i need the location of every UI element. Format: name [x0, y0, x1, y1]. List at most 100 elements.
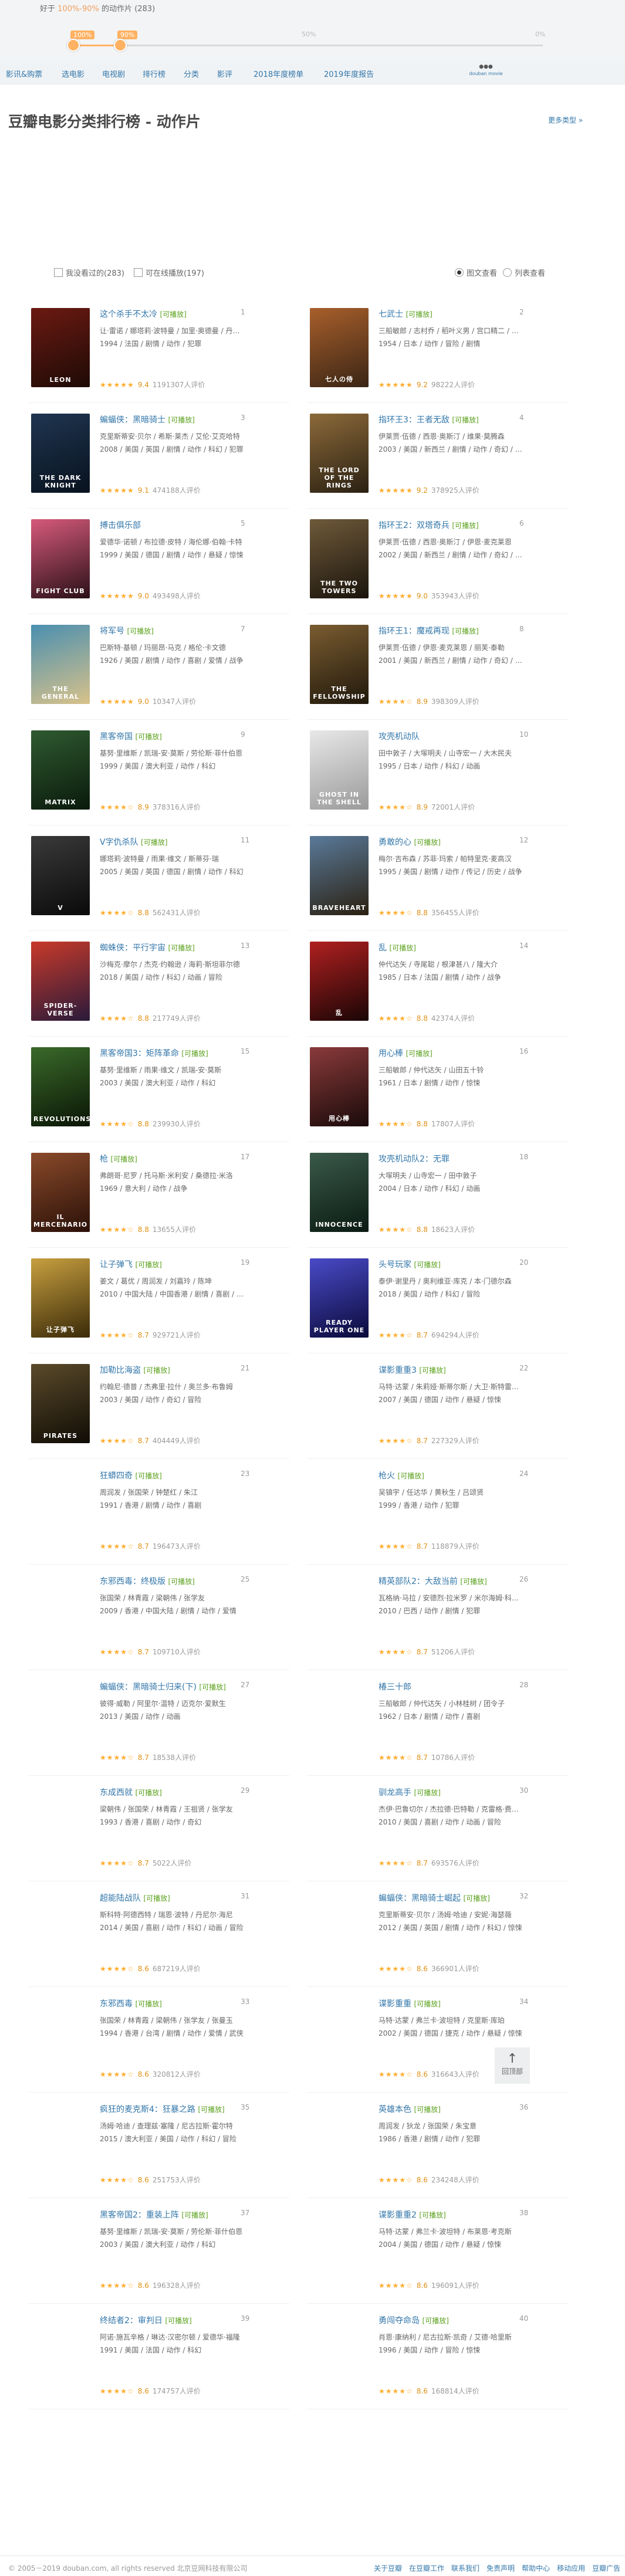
movie-item[interactable]: 枪火 [可播放] 吴镇宇 / 任达华 / 黄秋生 / 吕颂贤 1999 / 香港 /… [307, 1464, 568, 1575]
movie-title-link[interactable]: 驯龙高手 [可播放] [379, 1786, 522, 1798]
more-types-link[interactable]: 更多类型 » [548, 115, 583, 125]
movie-title-link[interactable]: 英雄本色 [可播放] [379, 2103, 522, 2115]
movie-title[interactable]: 疯狂的麦克斯4：狂暴之路 [100, 2105, 195, 2114]
movie-item[interactable]: 狂蟒四奇 [可播放] 周润发 / 张国荣 / 钟楚红 / 朱江 1991 / 香港 … [28, 1464, 289, 1575]
movie-title[interactable]: 枪 [100, 1155, 108, 1164]
movie-title-link[interactable]: 指环王1：魔戒再现 [可播放] [379, 625, 522, 637]
movie-title[interactable]: 勇闯夺命岛 [379, 2316, 420, 2325]
movie-item[interactable]: 蝙蝠侠：黑暗骑士崛起 [可播放] 克里斯蒂安·贝尔 / 汤姆·哈迪 / 安妮·海瑟… [307, 1886, 568, 1998]
view-list-option[interactable]: 列表查看 [503, 267, 545, 278]
movie-title[interactable]: 狂蟒四奇 [100, 1471, 133, 1481]
movie-title-link[interactable]: 东成西就 [可播放] [100, 1786, 244, 1798]
movie-title[interactable]: 精英部队2：大敌当前 [379, 1577, 458, 1586]
movie-item[interactable]: 超能陆战队 [可播放] 斯科特·阿德西特 / 瑞恩·波特 / 丹尼尔·海尼 2014… [28, 1886, 289, 1998]
footer-link-about[interactable]: 关于豆瓣 [374, 2563, 402, 2573]
movie-poster[interactable]: 用心棒 [310, 1047, 369, 1126]
movie-item[interactable]: THE DARK KNIGHT 蝙蝠侠：黑暗骑士 [可播放] 克里斯蒂安·贝尔 / … [28, 408, 289, 519]
movie-title[interactable]: 乱 [379, 943, 387, 953]
movie-title[interactable]: 终结者2：审判日 [100, 2316, 163, 2325]
movie-poster[interactable]: THE DARK KNIGHT [31, 414, 90, 493]
movie-title-link[interactable]: 东邪西毒：终极版 [可播放] [100, 1575, 244, 1587]
nav-item-annual-2019[interactable]: 2019年度报告 [324, 68, 374, 79]
movie-item[interactable]: 谍影重重2 [可播放] 马特·达蒙 / 弗兰卡·波坦特 / 布莱恩·考克斯 2004… [307, 2203, 568, 2314]
movie-poster[interactable]: GHOST IN THE SHELL [310, 730, 369, 810]
douban-logo[interactable]: ●●● douban movie [460, 63, 512, 80]
movie-title[interactable]: 谍影重重3 [379, 1366, 417, 1375]
movie-title-link[interactable]: 勇敢的心 [可播放] [379, 836, 522, 848]
movie-item[interactable]: THE TWO TOWERS 指环王2：双塔奇兵 [可播放] 伊莱贾·伍德 / 西恩… [307, 513, 568, 625]
movie-title-link[interactable]: 乱 [可播放] [379, 942, 522, 953]
movie-poster[interactable]: INNOCENCE [310, 1153, 369, 1232]
movie-title-link[interactable]: 终结者2：审判日 [可播放] [100, 2314, 244, 2326]
movie-item[interactable]: GHOST IN THE SHELL 攻壳机动队 田中敦子 / 大塚明夫 / 山寺宏… [307, 725, 568, 836]
radio-selected[interactable] [455, 268, 464, 277]
filter-unwatched[interactable]: 我没看过的(283) [54, 267, 124, 278]
footer-link-contact[interactable]: 联系我们 [451, 2563, 479, 2573]
movie-title[interactable]: 东成西就 [100, 1788, 133, 1798]
movie-poster[interactable]: REVOLUTIONS [31, 1047, 90, 1126]
slider-handle-right[interactable] [114, 39, 127, 52]
movie-title-link[interactable]: 蝙蝠侠：黑暗骑士 [可播放] [100, 414, 244, 425]
movie-item[interactable]: V V字仇杀队 [可播放] 娜塔莉·波特曼 / 雨果·维文 / 斯蒂芬·瑞 2005 … [28, 830, 289, 942]
movie-title[interactable]: 蝙蝠侠：黑暗骑士 [100, 415, 165, 425]
movie-title[interactable]: 勇敢的心 [379, 838, 411, 847]
movie-item[interactable]: 驯龙高手 [可播放] 杰伊·巴鲁切尔 / 杰拉德·巴特勒 / 克雷格·费格森 201… [307, 1780, 568, 1892]
movie-title[interactable]: 蜘蛛侠：平行宇宙 [100, 943, 165, 953]
movie-title-link[interactable]: 勇闯夺命岛 [可播放] [379, 2314, 522, 2326]
movie-title-link[interactable]: 疯狂的麦克斯4：狂暴之路 [可播放] [100, 2103, 244, 2115]
movie-item[interactable]: BRAVEHEART 勇敢的心 [可播放] 梅尔·吉布森 / 苏菲·玛索 / 帕特里… [307, 830, 568, 942]
movie-item[interactable]: 终结者2：审判日 [可播放] 阿诺·施瓦辛格 / 琳达·汉密尔顿 / 爱德华·福隆… [28, 2308, 289, 2420]
movie-title-link[interactable]: 超能陆战队 [可播放] [100, 1892, 244, 1904]
movie-item[interactable]: READY PLAYER ONE 头号玩家 [可播放] 泰伊·谢里丹 / 奥利维亚·… [307, 1253, 568, 1364]
movie-title-link[interactable]: 加勒比海盗 [可播放] [100, 1364, 244, 1376]
movie-item[interactable]: THE FELLOWSHIP 指环王1：魔戒再现 [可播放] 伊莱贾·伍德 / 伊恩… [307, 619, 568, 730]
movie-title[interactable]: 指环王3：王者无敌 [379, 415, 450, 425]
movie-title[interactable]: 英雄本色 [379, 2105, 411, 2114]
movie-item[interactable]: 让子弹飞 让子弹飞 [可播放] 姜文 / 葛优 / 周润发 / 刘嘉玲 / 陈坤 20… [28, 1253, 289, 1364]
view-image-option[interactable]: 图文查看 [455, 267, 497, 278]
movie-title[interactable]: V字仇杀队 [100, 838, 138, 847]
footer-link-jobs[interactable]: 在豆瓣工作 [409, 2563, 444, 2573]
rating-range-slider[interactable] [67, 39, 543, 52]
movie-title[interactable]: 谍影重重 [379, 1999, 411, 2009]
back-to-top-button[interactable]: ↑ 回顶部 [495, 2047, 530, 2084]
movie-poster[interactable]: THE TWO TOWERS [310, 519, 369, 598]
checkbox[interactable] [54, 268, 63, 277]
movie-title-link[interactable]: 枪火 [可播放] [379, 1470, 522, 1481]
footer-link-apps[interactable]: 移动应用 [557, 2563, 585, 2573]
movie-item[interactable]: 用心棒 用心棒 [可播放] 三船敏郎 / 仲代达矢 / 山田五十铃 1961 / 日本… [307, 1041, 568, 1153]
movie-item[interactable]: MATRIX 黑客帝国 [可播放] 基努·里维斯 / 凯瑞-安·莫斯 / 劳伦斯·菲… [28, 725, 289, 836]
movie-item[interactable]: THE GENERAL 将军号 [可播放] 巴斯特·基顿 / 玛丽昂·马克 / 格伦… [28, 619, 289, 730]
movie-title-link[interactable]: 黑客帝国3：矩阵革命 [可播放] [100, 1047, 244, 1059]
movie-title-link[interactable]: 让子弹飞 [可播放] [100, 1258, 244, 1270]
movie-title[interactable]: 谍影重重2 [379, 2211, 417, 2220]
movie-title-link[interactable]: 枪 [可播放] [100, 1153, 244, 1165]
movie-title-link[interactable]: 攻壳机动队 [379, 730, 522, 742]
movie-title-link[interactable]: 这个杀手不太冷 [可播放] [100, 308, 244, 320]
footer-link-disclaimer[interactable]: 免责声明 [487, 2563, 515, 2573]
movie-poster[interactable]: READY PLAYER ONE [310, 1258, 369, 1338]
movie-poster[interactable]: LEON [31, 308, 90, 387]
movie-title-link[interactable]: 攻壳机动队2：无罪 [379, 1153, 522, 1165]
movie-item[interactable]: 东邪西毒 [可播放] 张国荣 / 林青霞 / 梁朝伟 / 张学友 / 张曼玉 199… [28, 1992, 289, 2103]
movie-poster[interactable]: SPIDER-VERSE [31, 942, 90, 1021]
movie-item[interactable]: FIGHT CLUB 搏击俱乐部 爱德华·诺顿 / 布拉德·皮特 / 海伦娜·伯翰·… [28, 513, 289, 625]
movie-title-link[interactable]: 七武士 [可播放] [379, 308, 522, 320]
movie-item[interactable]: 黑客帝国2：重装上阵 [可播放] 基努·里维斯 / 凯瑞-安·莫斯 / 劳伦斯·菲… [28, 2203, 289, 2314]
movie-title-link[interactable]: 狂蟒四奇 [可播放] [100, 1470, 244, 1481]
movie-title-link[interactable]: 蝙蝠侠：黑暗骑士崛起 [可播放] [379, 1892, 522, 1904]
movie-item[interactable]: REVOLUTIONS 黑客帝国3：矩阵革命 [可播放] 基努·里维斯 / 雨果·维… [28, 1041, 289, 1153]
movie-title[interactable]: 攻壳机动队 [379, 732, 420, 742]
movie-title[interactable]: 头号玩家 [379, 1260, 411, 1270]
movie-item[interactable]: 七人の侍 七武士 [可播放] 三船敏郎 / 志村乔 / 稻叶义男 / 宫口精二 / … [307, 302, 568, 414]
movie-item[interactable]: THE LORD OF THE RINGS 指环王3：王者无敌 [可播放] 伊莱贾·… [307, 408, 568, 519]
movie-poster[interactable]: THE LORD OF THE RINGS [310, 414, 369, 493]
movie-title-link[interactable]: V字仇杀队 [可播放] [100, 836, 244, 848]
movie-title-link[interactable]: 黑客帝国 [可播放] [100, 730, 244, 742]
movie-title-link[interactable]: 指环王3：王者无敌 [可播放] [379, 414, 522, 425]
movie-item[interactable]: 椿三十郎 三船敏郎 / 仲代达矢 / 小林桂树 / 团令子 1962 / 日本 / … [307, 1675, 568, 1786]
slider-handle-left[interactable] [67, 39, 80, 52]
movie-title-link[interactable]: 蝙蝠侠：黑暗骑士归来(下) [可播放] [100, 1681, 244, 1692]
movie-poster[interactable]: IL MERCENARIO [31, 1153, 90, 1232]
movie-poster[interactable]: V [31, 836, 90, 915]
